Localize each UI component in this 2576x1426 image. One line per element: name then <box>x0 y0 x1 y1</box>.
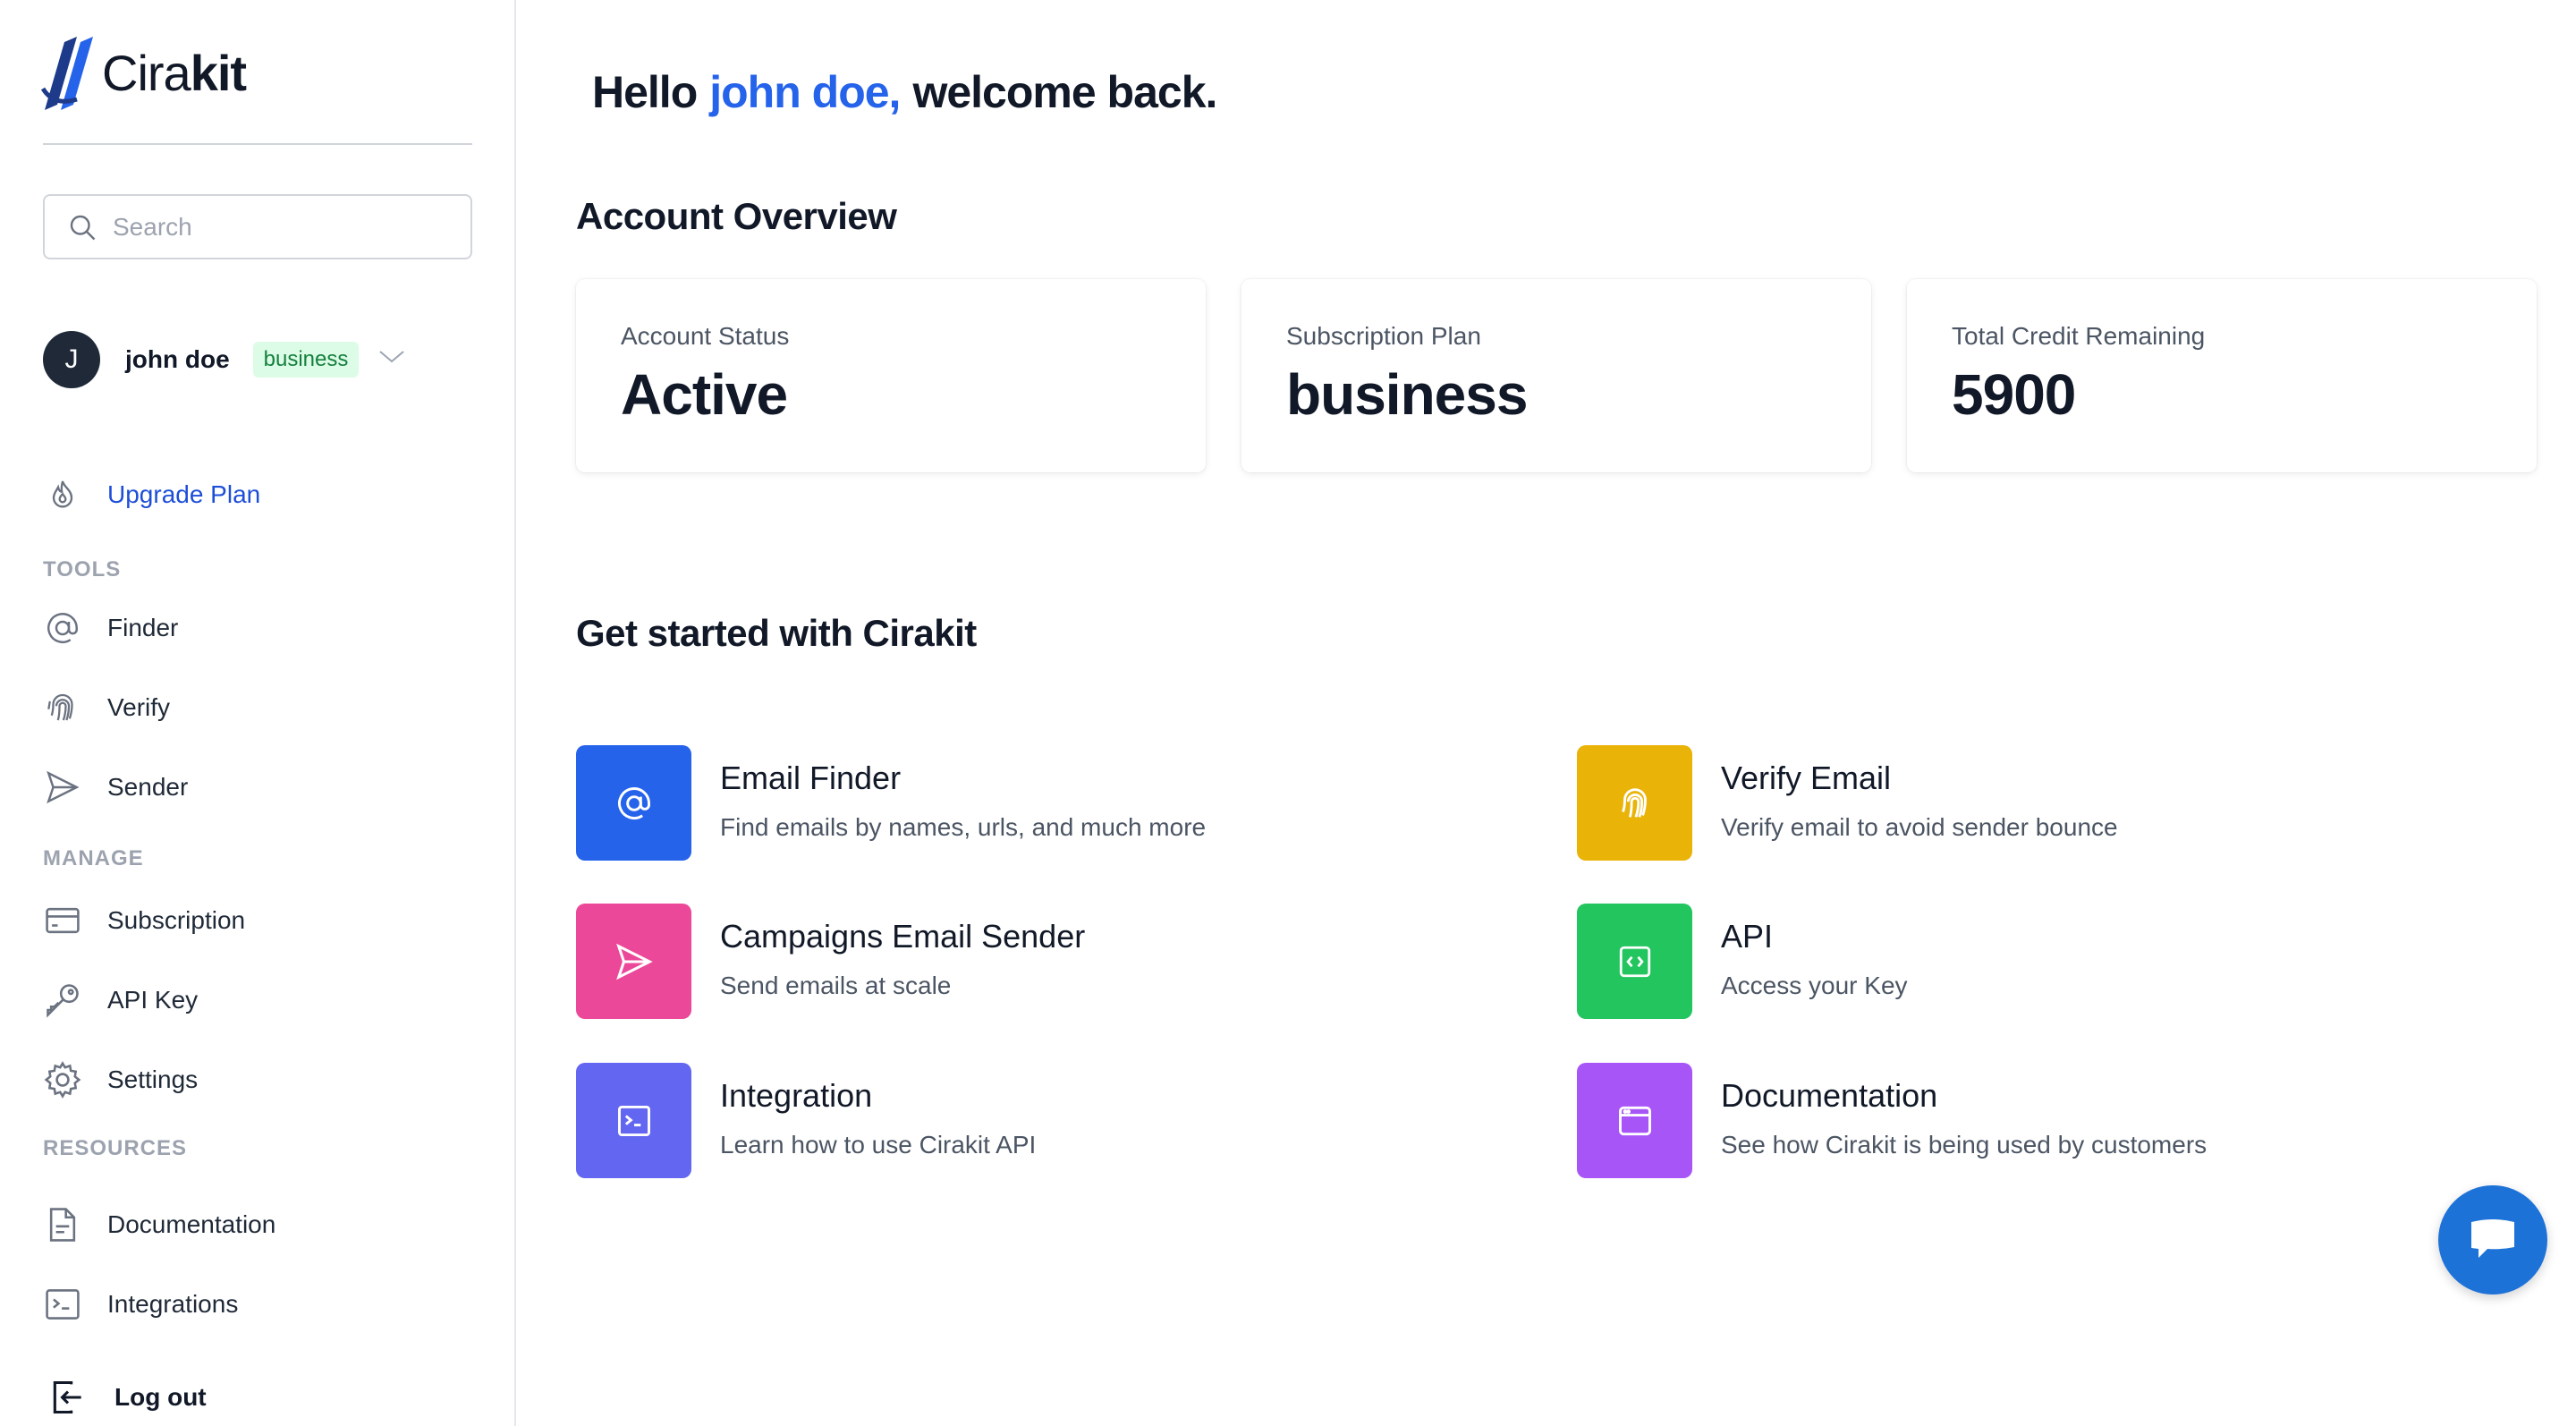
sidebar-item-label: API Key <box>107 986 199 1014</box>
feature-title: Campaigns Email Sender <box>720 918 1086 955</box>
chat-widget-button[interactable] <box>2438 1185 2547 1294</box>
feature-description: Send emails at scale <box>720 972 952 999</box>
flame-icon <box>43 475 82 514</box>
user-name: john doe <box>125 345 230 373</box>
card-label: Subscription Plan <box>1286 322 1481 350</box>
sidebar: Cirakit J john doe business Upgrade Plan… <box>0 0 516 1426</box>
account-overview-title: Account Overview <box>576 195 897 237</box>
card-value: 5900 <box>1952 362 2076 427</box>
sidebar-item-integrations[interactable]: Integrations <box>43 1277 238 1331</box>
feature-email-finder[interactable]: Email Finder Find emails by names, urls,… <box>576 745 1206 861</box>
gear-icon <box>43 1060 82 1099</box>
key-icon <box>43 980 82 1020</box>
brand-name: Cirakit <box>102 44 247 101</box>
at-icon <box>617 786 650 819</box>
upgrade-plan-link[interactable]: Upgrade Plan <box>43 468 260 522</box>
brand-logo[interactable]: Cirakit <box>41 32 247 113</box>
credit-remaining-card: Total Credit Remaining 5900 <box>1907 279 2537 472</box>
feature-description: Verify email to avoid sender bounce <box>1721 813 2118 841</box>
upgrade-plan-label: Upgrade Plan <box>107 480 261 508</box>
feature-title: Integration <box>720 1077 873 1114</box>
card-value: Active <box>621 362 788 427</box>
logo-mark-icon <box>41 37 93 110</box>
feature-description: See how Cirakit is being used by custome… <box>1721 1131 2207 1159</box>
logo-divider <box>43 143 472 145</box>
sidebar-item-finder[interactable]: Finder <box>43 601 178 655</box>
search-input[interactable] <box>113 212 453 242</box>
card-label: Account Status <box>621 322 790 350</box>
feature-description: Learn how to use Cirakit API <box>720 1131 1037 1159</box>
section-label-tools: TOOLS <box>43 557 122 581</box>
card-value: business <box>1286 362 1528 427</box>
sidebar-item-verify[interactable]: Verify <box>43 681 170 734</box>
feature-description: Access your Key <box>1721 972 1908 999</box>
terminal-icon <box>43 1285 82 1324</box>
feature-title: API <box>1721 918 1774 955</box>
feature-title: Email Finder <box>720 760 902 796</box>
sidebar-item-documentation[interactable]: Documentation <box>43 1198 275 1252</box>
sidebar-item-label: Documentation <box>107 1210 276 1238</box>
chat-bubble-icon <box>2471 1219 2514 1258</box>
main-content: Hello john doe, welcome back. Account Over… <box>517 0 2576 1426</box>
sidebar-item-label: Finder <box>107 614 179 641</box>
document-icon <box>43 1205 82 1244</box>
feature-description: Find emails by names, urls, and much mor… <box>720 813 1207 841</box>
at-icon <box>43 608 82 648</box>
feature-integration[interactable]: Integration Learn how to use Cirakit API <box>576 1063 1036 1178</box>
feature-tile <box>576 904 691 1019</box>
search-box[interactable] <box>43 194 472 259</box>
sidebar-item-label: Sender <box>107 773 189 801</box>
feature-api[interactable]: API Access your Key <box>1577 904 1908 1019</box>
send-icon <box>43 768 82 807</box>
section-label-manage: MANAGE <box>43 846 144 870</box>
welcome-greeting: Hello john doe, welcome back. <box>592 67 1217 117</box>
sidebar-item-api-key[interactable]: API Key <box>43 973 198 1027</box>
feature-tile <box>576 1063 691 1178</box>
feature-title: Documentation <box>1721 1077 1938 1114</box>
logout-icon <box>48 1378 88 1417</box>
feature-campaigns-sender[interactable]: Campaigns Email Sender Send emails at sc… <box>576 904 1085 1019</box>
sidebar-item-label: Settings <box>107 1065 199 1093</box>
logout-label: Log out <box>114 1383 207 1411</box>
feature-title: Verify Email <box>1721 760 1892 796</box>
sidebar-item-subscription[interactable]: Subscription <box>43 894 245 947</box>
browser-window-icon <box>1618 1106 1651 1135</box>
plan-badge: business <box>252 342 360 378</box>
feature-tile <box>576 745 691 861</box>
chevron-down-icon[interactable] <box>378 348 405 366</box>
sidebar-item-settings[interactable]: Settings <box>43 1053 198 1107</box>
logout-button[interactable]: Log out <box>43 1371 207 1424</box>
card-label: Total Credit Remaining <box>1952 322 2206 350</box>
search-icon <box>70 215 96 240</box>
feature-documentation[interactable]: Documentation See how Cirakit is being u… <box>1577 1063 2207 1178</box>
avatar: J <box>43 331 100 388</box>
terminal-icon <box>617 1105 650 1136</box>
feature-tile <box>1577 745 1692 861</box>
credit-card-icon <box>43 901 82 940</box>
get-started-title: Get started with Cirakit <box>576 612 977 654</box>
sidebar-item-label: Subscription <box>107 906 246 934</box>
feature-tile <box>1577 904 1692 1019</box>
fingerprint-icon <box>1621 787 1647 818</box>
send-icon <box>615 943 653 980</box>
sidebar-item-sender[interactable]: Sender <box>43 760 188 814</box>
fingerprint-icon <box>43 688 82 727</box>
sidebar-item-label: Integrations <box>107 1290 239 1318</box>
sidebar-item-label: Verify <box>107 693 171 721</box>
feature-verify-email[interactable]: Verify Email Verify email to avoid sende… <box>1577 745 2118 861</box>
feature-tile <box>1577 1063 1692 1178</box>
code-icon <box>1619 946 1650 977</box>
user-menu[interactable]: J john doe business <box>43 331 405 388</box>
section-label-resources: RESOURCES <box>43 1136 188 1160</box>
account-status-card: Account Status Active <box>576 279 1206 472</box>
subscription-plan-card: Subscription Plan business <box>1241 279 1871 472</box>
